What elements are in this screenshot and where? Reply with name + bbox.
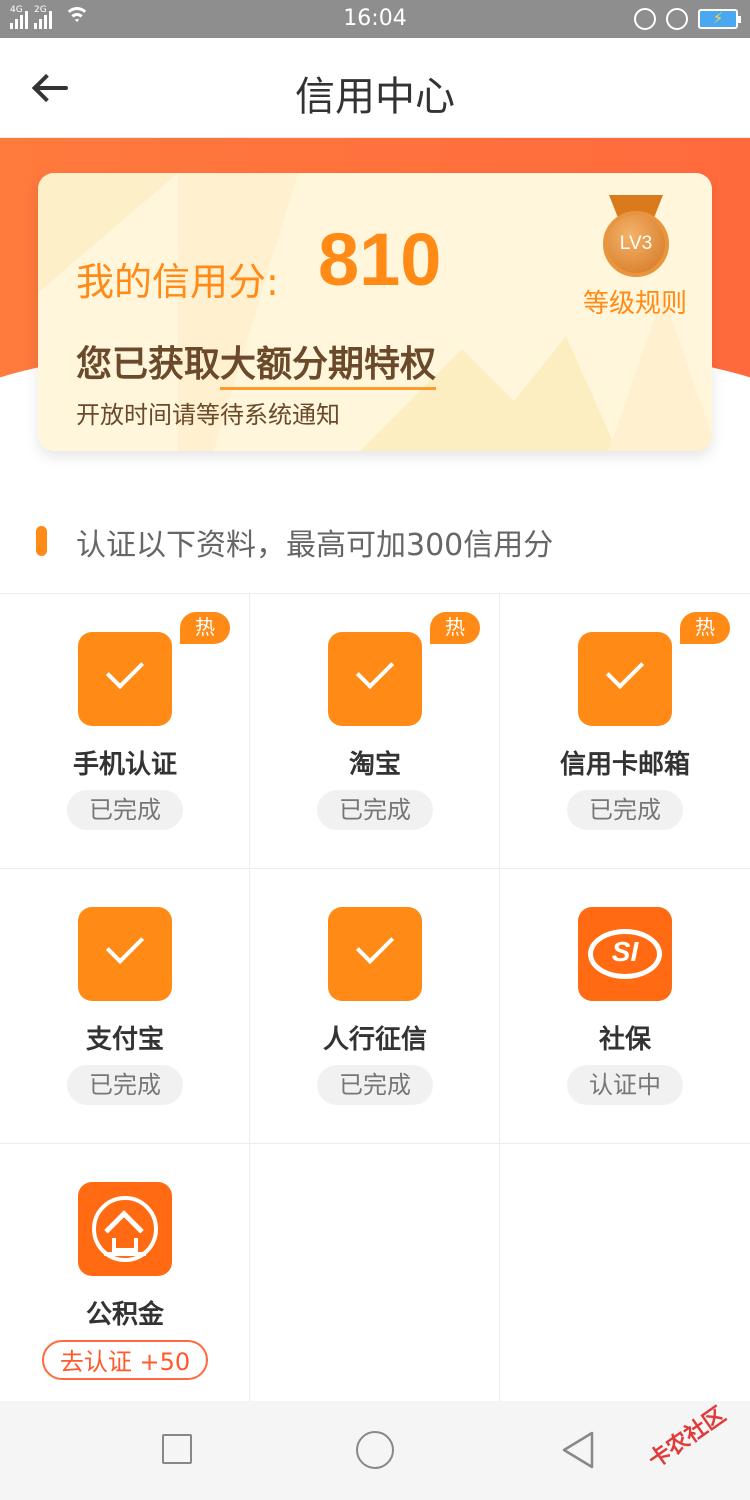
auth-item-credit-card-email[interactable]: 热 信用卡邮箱 已完成 xyxy=(500,594,750,869)
hot-badge: 热 xyxy=(180,612,230,644)
section-header: 认证以下资料，最高可加300信用分 xyxy=(0,508,750,578)
score-label: 我的信用分: xyxy=(76,260,279,304)
status-badge: 已完成 xyxy=(67,790,183,830)
auth-item-name: 人行征信 xyxy=(322,1025,427,1055)
social-security-icon: SI xyxy=(578,907,672,1001)
empty-cell xyxy=(250,1144,500,1402)
auth-item-housing-fund[interactable]: 公积金 去认证 +50 xyxy=(0,1144,250,1402)
credit-score-value: 810 xyxy=(318,218,442,301)
auth-item-credit-report[interactable]: 人行征信 已完成 xyxy=(250,869,500,1144)
alarm-icon xyxy=(666,8,688,30)
empty-cell xyxy=(500,1144,750,1402)
system-back-button[interactable] xyxy=(560,1431,596,1469)
system-navigation-bar xyxy=(0,1401,750,1500)
verified-check-icon xyxy=(328,907,422,1001)
verify-button[interactable]: 去认证 +50 xyxy=(42,1340,208,1380)
auth-item-alipay[interactable]: 支付宝 已完成 xyxy=(0,869,250,1144)
auth-item-name: 手机认证 xyxy=(72,750,177,780)
status-right-icons: ⚡ xyxy=(634,8,741,30)
verified-check-icon xyxy=(78,632,172,726)
privilege-prefix: 您已获取 xyxy=(76,344,221,385)
level-rules-link[interactable]: 等级规则 xyxy=(583,283,687,320)
page-title: 信用中心 xyxy=(295,74,455,120)
status-badge: 认证中 xyxy=(567,1065,683,1105)
auth-item-name: 社保 xyxy=(598,1025,651,1055)
housing-fund-icon xyxy=(78,1182,172,1276)
auth-grid: 热 手机认证 已完成 热 淘宝 已完成 热 信用卡邮箱 已完成 支付宝 已完成 … xyxy=(0,593,750,1402)
battery-icon: ⚡ xyxy=(698,9,741,29)
auth-item-name: 支付宝 xyxy=(85,1025,164,1055)
privilege-text: 您已获取大额分期特权 xyxy=(76,335,437,390)
rotation-lock-icon xyxy=(634,8,656,30)
auth-item-name: 信用卡邮箱 xyxy=(559,750,690,780)
status-badge: 已完成 xyxy=(317,1065,433,1105)
auth-item-taobao[interactable]: 热 淘宝 已完成 xyxy=(250,594,500,869)
si-logo-text: SI xyxy=(611,936,639,967)
auth-item-name: 淘宝 xyxy=(348,750,401,780)
status-badge: 已完成 xyxy=(317,790,433,830)
verified-check-icon xyxy=(578,632,672,726)
verified-check-icon xyxy=(78,907,172,1001)
home-button[interactable] xyxy=(356,1431,394,1469)
section-accent-bar xyxy=(36,526,47,556)
status-badge: 已完成 xyxy=(67,1065,183,1105)
hot-badge: 热 xyxy=(430,612,480,644)
privilege-notice: 开放时间请等待系统通知 xyxy=(76,401,340,429)
app-header: 信用中心 xyxy=(0,38,750,138)
status-bar: 4G 2G 16:04 ⚡ xyxy=(0,0,750,38)
status-badge: 已完成 xyxy=(567,790,683,830)
level-medal-icon[interactable]: LV3 xyxy=(603,195,669,277)
auth-item-name: 公积金 xyxy=(85,1300,164,1330)
credit-score-card: 我的信用分: 810 LV3 等级规则 您已获取大额分期特权 开放时间请等待系统… xyxy=(38,173,712,451)
privilege-emphasis: 大额分期特权 xyxy=(220,344,437,390)
recent-apps-button[interactable] xyxy=(162,1434,192,1464)
section-title: 认证以下资料，最高可加300信用分 xyxy=(76,528,554,563)
auth-item-social-security[interactable]: SI 社保 认证中 xyxy=(500,869,750,1144)
hot-badge: 热 xyxy=(680,612,730,644)
auth-item-phone[interactable]: 热 手机认证 已完成 xyxy=(0,594,250,869)
verified-check-icon xyxy=(328,632,422,726)
level-badge: LV3 xyxy=(619,233,653,254)
